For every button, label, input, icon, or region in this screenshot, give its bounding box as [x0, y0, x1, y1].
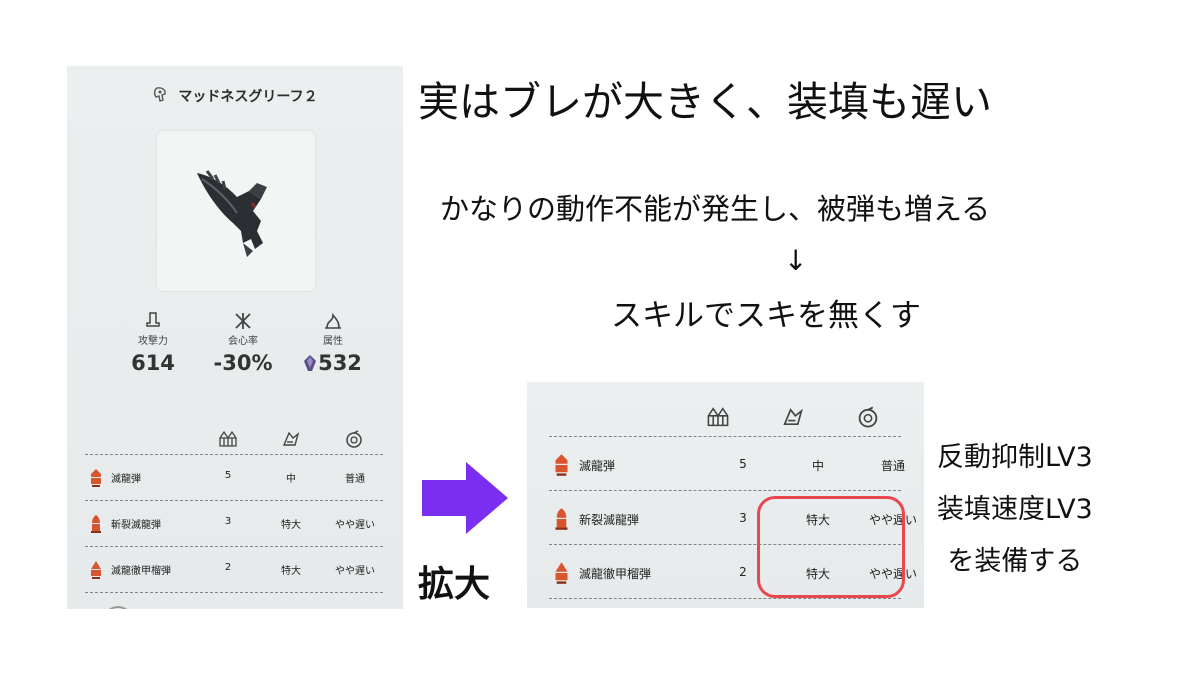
recoil-icon [282, 431, 300, 446]
ammo-name: 斬裂滅龍弾 [111, 520, 161, 531]
sword-icon [146, 312, 160, 327]
ammo-recoil: 中 [286, 474, 296, 485]
wyvern-bowgun-illustration [197, 170, 267, 257]
ammo-capacity: 2 [224, 562, 232, 573]
zoom-ammo-capacity: 5 [739, 457, 747, 471]
ammo-capacity-icon [707, 407, 729, 427]
recommended-skills: 反動抑制LV3 装填速度LV3 を装備する [937, 432, 1093, 588]
attack-value: 614 [131, 351, 175, 375]
ammo-row[interactable]: 滅龍徹甲榴弾 2 特大 やや遅い [85, 546, 383, 593]
sticky-wyvern-ammo-icon [91, 561, 101, 579]
explanation-line-1: かなりの動作不能が発生し、被弾も増える [440, 192, 991, 226]
explanation-line-2: スキルでスキを無くす [611, 298, 921, 334]
skill-recoil-down: 反動抑制LV3 [937, 442, 1093, 473]
zoom-ammo-name: 滅龍弾 [579, 459, 616, 473]
pierce-wyvern-ammo-icon [91, 515, 101, 533]
affinity-stat: 会心率 -30% [203, 312, 283, 375]
dragon-element-icon [304, 355, 317, 371]
ammo-reload: やや遅い [335, 520, 375, 531]
ammo-row[interactable]: 滅龍弾 5 中 普通 [85, 454, 383, 501]
ammo-row[interactable]: 斬裂滅龍弾 3 特大 やや遅い [85, 500, 383, 547]
ammo-capacity: 5 [224, 470, 232, 481]
weapon-image [156, 130, 316, 292]
element-icon [325, 312, 341, 329]
headline: 実はブレが大きく、装填も遅い [418, 78, 992, 126]
element-label: 属性 [323, 336, 343, 347]
affinity-label: 会心率 [228, 336, 258, 347]
reload-icon [346, 430, 362, 448]
ammo-recoil: 特大 [281, 566, 301, 577]
weapon-stats: 攻撃力 614 会心率 -30% 属性 532 [113, 312, 373, 382]
right-arrow-icon [422, 462, 508, 534]
ammo-reload: やや遅い [335, 566, 375, 577]
skill-equip-note: を装備する [947, 546, 1083, 577]
wyvern-ammo-icon [91, 469, 101, 487]
weapon-title: マッドネスグリーフ２ [67, 84, 403, 108]
pierce-wyvern-ammo-icon [555, 508, 568, 530]
attack-stat: 攻撃力 614 [113, 312, 193, 375]
wyvern-ammo-icon [555, 454, 568, 476]
scroll-indicator [103, 606, 133, 609]
weapon-name: マッドネスグリーフ２ [178, 89, 318, 105]
weapon-card: マッドネスグリーフ２ 攻撃力 614 会心率 -30% 属性 532 滅龍弾 5… [67, 66, 403, 609]
sticky-wyvern-ammo-icon [555, 562, 568, 584]
zoom-ammo-row[interactable]: 滅龍弾 5 中 普通 [549, 436, 905, 491]
bowgun-icon [154, 87, 167, 102]
affinity-value: -30% [213, 351, 273, 375]
ammo-capacity: 3 [224, 516, 232, 527]
element-stat: 属性 532 [293, 312, 373, 375]
ammo-name: 滅龍弾 [111, 474, 141, 485]
zoom-ammo-recoil: 中 [811, 459, 824, 473]
zoom-label: 拡大 [418, 564, 491, 605]
table-divider [85, 592, 383, 603]
down-arrow-icon: ↓ [784, 244, 808, 277]
ammo-capacity-icon [219, 430, 237, 447]
ammo-name: 滅龍徹甲榴弾 [111, 566, 171, 577]
zoom-ammo-reload: 普通 [880, 459, 905, 473]
attack-label: 攻撃力 [138, 336, 168, 347]
element-value: 532 [318, 351, 362, 375]
recoil-icon [783, 408, 803, 426]
element-value-wrap: 532 [293, 351, 373, 375]
ammo-reload: 普通 [345, 474, 365, 485]
skill-reload-speed: 装填速度LV3 [937, 494, 1093, 525]
reload-icon [858, 406, 878, 428]
zoom-ammo-name: 滅龍徹甲榴弾 [579, 567, 652, 581]
zoom-table-divider [549, 598, 901, 599]
ammo-recoil: 特大 [281, 520, 301, 531]
recoil-reload-highlight [757, 496, 905, 598]
affinity-icon [235, 313, 251, 329]
zoom-ammo-name: 新裂滅龍弾 [579, 513, 640, 527]
